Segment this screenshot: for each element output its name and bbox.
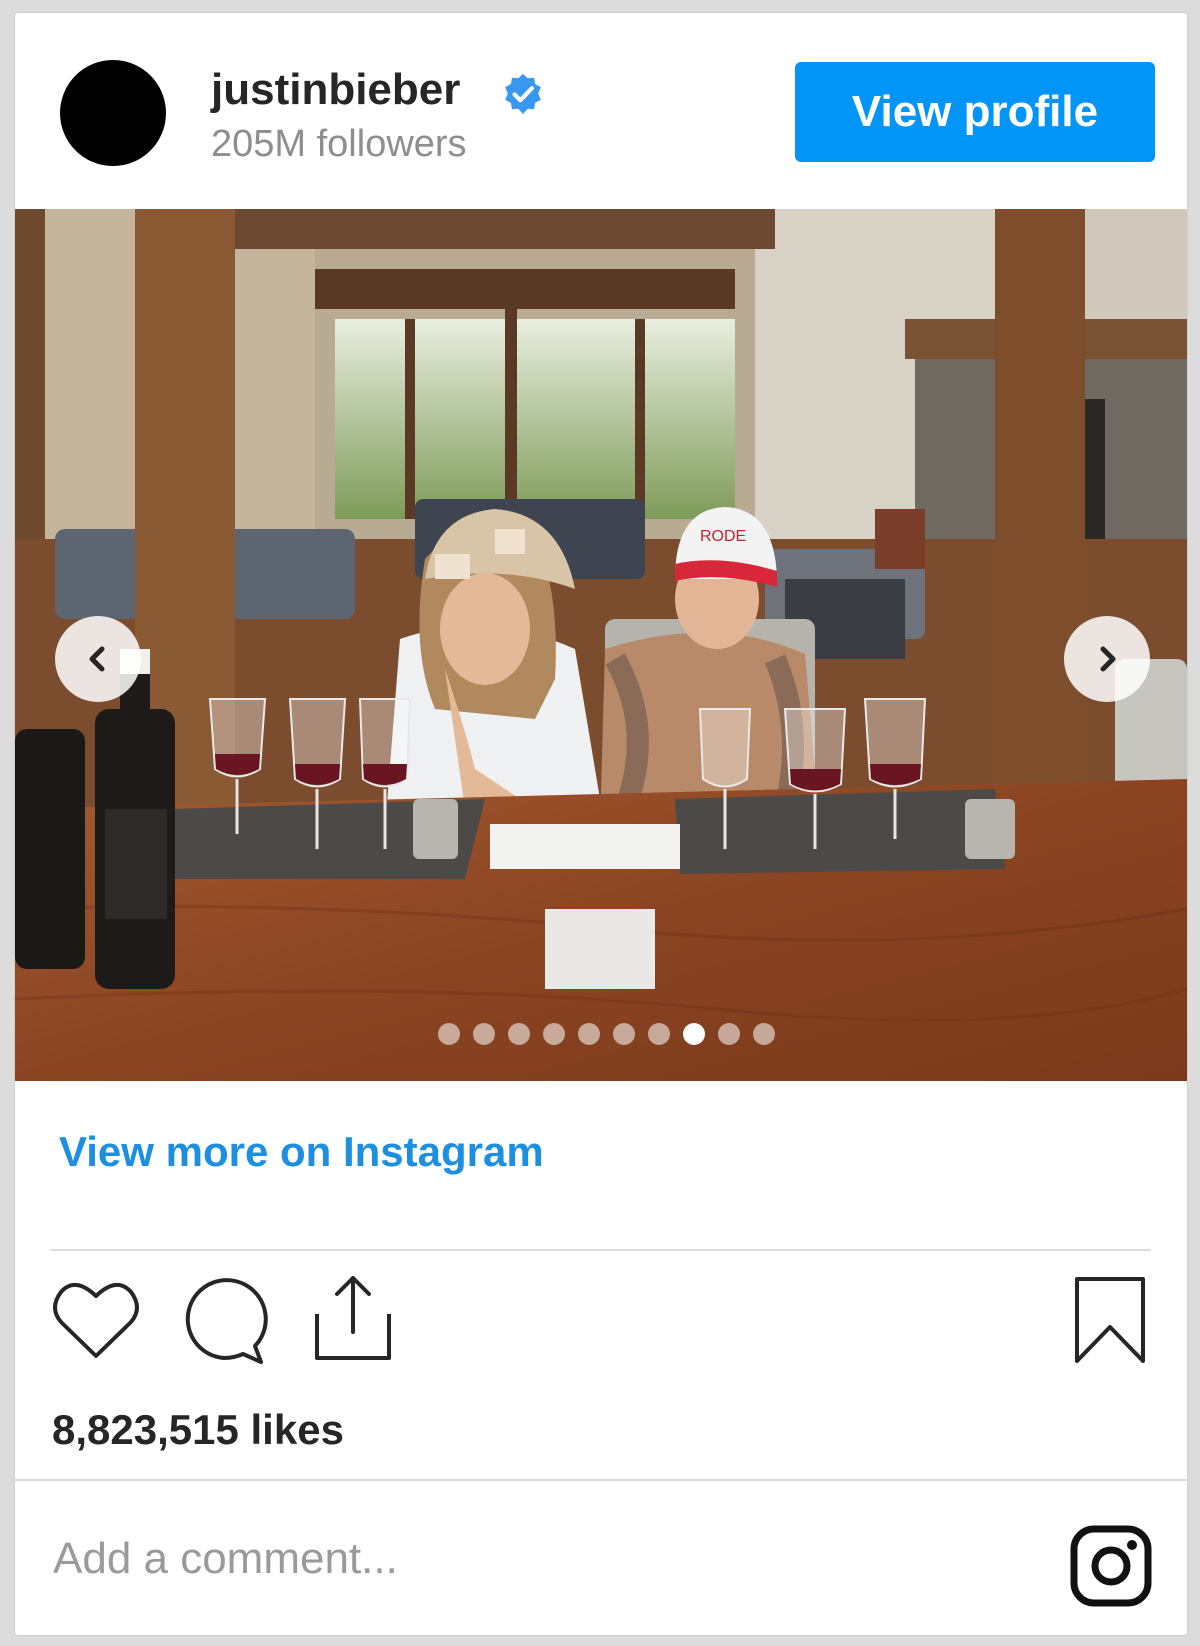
avatar[interactable]: [60, 60, 166, 166]
share-button[interactable]: [313, 1272, 393, 1365]
heart-icon: [53, 1283, 139, 1358]
like-button[interactable]: [51, 1278, 141, 1365]
carousel-dot: [717, 1023, 740, 1045]
instagram-logo-icon[interactable]: [1070, 1525, 1152, 1607]
username[interactable]: justinbieber: [211, 65, 460, 115]
chevron-left-icon: [89, 646, 105, 672]
carousel-next-button[interactable]: [1064, 616, 1150, 702]
carousel-indicator: [15, 1023, 1187, 1045]
view-profile-button[interactable]: View profile: [795, 62, 1155, 162]
divider: [51, 1249, 1151, 1251]
carousel-dot: [437, 1023, 460, 1045]
bookmark-icon: [1075, 1277, 1145, 1363]
svg-text:RODE: RODE: [700, 528, 746, 545]
follower-count: 205M followers: [211, 123, 467, 165]
carousel-dot: [542, 1023, 565, 1045]
carousel-dot: [682, 1023, 705, 1045]
comment-input[interactable]: [51, 1523, 975, 1595]
divider: [15, 1479, 1187, 1481]
carousel-dot: [647, 1023, 670, 1045]
carousel-dot: [577, 1023, 600, 1045]
post-photo[interactable]: RODE: [15, 209, 1187, 1081]
chevron-right-icon: [1100, 646, 1116, 672]
carousel-dot: [612, 1023, 635, 1045]
comment-button[interactable]: [179, 1276, 269, 1369]
share-icon: [315, 1276, 391, 1360]
view-more-link[interactable]: View more on Instagram: [59, 1128, 544, 1176]
instagram-embed-card: justinbieber 205M followers View profile: [14, 12, 1188, 1636]
like-count: 8,823,515 likes: [52, 1406, 344, 1453]
verified-badge-icon: [505, 74, 541, 114]
carousel-dot: [752, 1023, 775, 1045]
carousel-prev-button[interactable]: [55, 616, 141, 702]
carousel-dot: [507, 1023, 530, 1045]
comment-icon: [185, 1278, 268, 1364]
carousel-dot: [472, 1023, 495, 1045]
save-button[interactable]: [1073, 1275, 1147, 1368]
post-image: RODE: [15, 209, 1187, 1081]
